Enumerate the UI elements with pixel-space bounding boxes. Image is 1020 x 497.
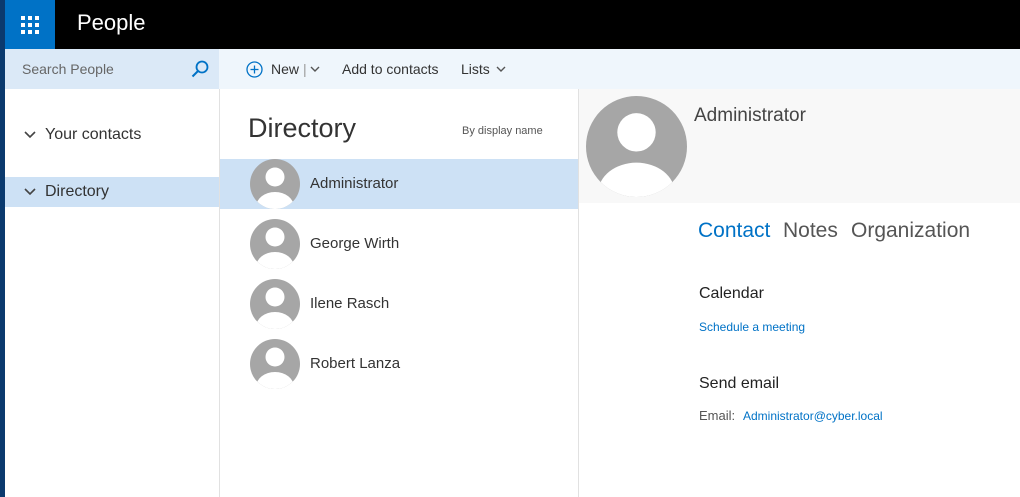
new-button-label: New: [271, 61, 300, 77]
avatar-placeholder-icon: [250, 279, 300, 329]
tab-contact[interactable]: Contact: [698, 219, 770, 243]
chevron-down-icon[interactable]: [310, 66, 320, 73]
new-button[interactable]: New |: [246, 49, 320, 89]
avatar-placeholder-icon: [250, 159, 300, 209]
chevron-down-icon: [24, 188, 36, 196]
contact-detail-pane: Administrator Contact Notes Organization…: [579, 89, 1020, 497]
tab-notes[interactable]: Notes: [783, 219, 838, 243]
person-name: Robert Lanza: [310, 355, 401, 372]
person-name: Ilene Rasch: [310, 295, 390, 312]
sidebar-item-directory[interactable]: Directory: [5, 177, 219, 207]
avatar-placeholder-icon: [250, 219, 300, 269]
sidebar-item-label: Directory: [45, 183, 110, 200]
send-email-section-title: Send email: [699, 375, 780, 392]
chevron-down-icon: [496, 66, 506, 72]
add-to-contacts-button[interactable]: Add to contacts: [342, 49, 439, 89]
schedule-meeting-link[interactable]: Schedule a meeting: [699, 320, 805, 334]
app-title: People: [77, 10, 146, 35]
top-bar: People: [5, 0, 1020, 49]
sort-selector[interactable]: By display name: [462, 125, 543, 137]
list-title: Directory: [248, 113, 357, 143]
email-address-link[interactable]: Administrator@cyber.local: [743, 409, 883, 423]
sidebar-item-your-contacts[interactable]: Your contacts: [5, 120, 219, 150]
sidebar: Your contacts Directory: [5, 89, 220, 497]
lists-label: Lists: [461, 61, 490, 77]
email-label: Email:: [699, 408, 736, 423]
search-input[interactable]: [5, 49, 202, 89]
app-launcher-button[interactable]: [5, 0, 55, 49]
search-box: [5, 49, 219, 89]
contact-name: Administrator: [694, 105, 806, 126]
app-launcher-icon: [21, 15, 39, 34]
person-name: George Wirth: [310, 235, 400, 252]
plus-circle-icon: [246, 60, 263, 78]
lists-button[interactable]: Lists: [461, 49, 506, 89]
chevron-down-icon: [24, 131, 36, 139]
calendar-section-title: Calendar: [699, 285, 764, 302]
people-list-pane: Directory By display name Administrator …: [220, 89, 579, 497]
search-icon[interactable]: [191, 60, 209, 78]
person-row[interactable]: Administrator: [220, 159, 578, 209]
sidebar-item-label: Your contacts: [45, 126, 142, 143]
split-divider: |: [303, 61, 307, 77]
tab-organization[interactable]: Organization: [851, 219, 970, 243]
command-bar: New | Add to contacts Lists: [219, 49, 1020, 89]
avatar-placeholder-icon: [586, 96, 687, 197]
add-to-contacts-label: Add to contacts: [342, 61, 439, 77]
detail-header: Administrator: [579, 89, 1020, 203]
person-row[interactable]: Robert Lanza: [220, 339, 578, 389]
avatar-placeholder-icon: [250, 339, 300, 389]
person-row[interactable]: George Wirth: [220, 219, 578, 269]
person-name: Administrator: [310, 175, 399, 192]
person-row[interactable]: Ilene Rasch: [220, 279, 578, 329]
